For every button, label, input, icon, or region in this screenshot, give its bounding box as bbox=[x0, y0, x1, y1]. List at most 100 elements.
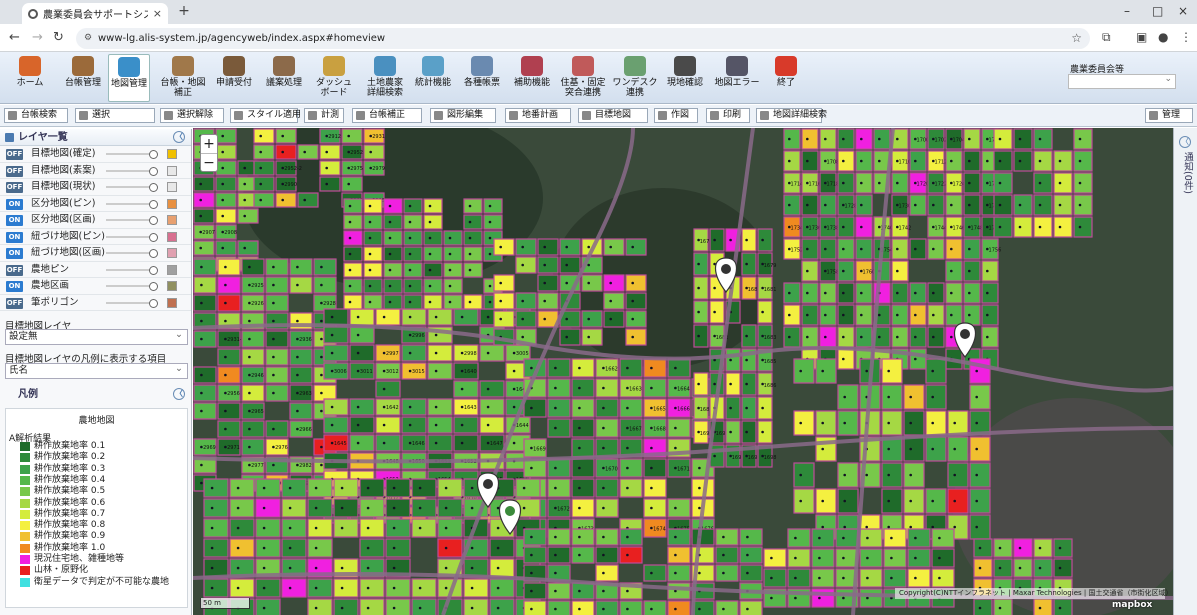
farm-parcel[interactable] bbox=[375, 380, 401, 398]
farm-parcel[interactable] bbox=[1053, 216, 1073, 238]
farm-parcel[interactable] bbox=[203, 558, 229, 578]
layer-toggle[interactable]: OFF bbox=[6, 149, 23, 160]
farm-parcel[interactable] bbox=[443, 278, 463, 294]
farm-parcel[interactable] bbox=[947, 488, 969, 514]
farm-parcel[interactable] bbox=[595, 600, 619, 615]
farm-parcel[interactable] bbox=[307, 578, 333, 598]
farm-parcel[interactable] bbox=[1033, 538, 1053, 558]
farm-parcel[interactable] bbox=[603, 238, 625, 256]
farm-parcel[interactable] bbox=[1033, 172, 1053, 194]
farm-parcel[interactable] bbox=[945, 150, 963, 172]
farm-parcel[interactable] bbox=[741, 372, 757, 396]
farm-parcel[interactable] bbox=[423, 246, 443, 262]
farm-parcel[interactable] bbox=[349, 326, 375, 344]
farm-parcel[interactable] bbox=[619, 546, 643, 564]
farm-parcel[interactable] bbox=[489, 558, 515, 578]
farm-parcel[interactable] bbox=[595, 478, 619, 498]
farm-parcel[interactable] bbox=[667, 600, 691, 615]
layer-opacity-slider[interactable] bbox=[106, 265, 158, 275]
farm-parcel[interactable] bbox=[693, 300, 709, 324]
farm-parcel[interactable] bbox=[643, 458, 667, 478]
farm-parcel[interactable] bbox=[411, 518, 437, 538]
farm-parcel[interactable] bbox=[375, 416, 401, 434]
new-tab-button[interactable]: + bbox=[176, 3, 192, 19]
farm-parcel[interactable] bbox=[973, 598, 993, 615]
farm-parcel[interactable] bbox=[787, 548, 811, 568]
farm-parcel[interactable] bbox=[725, 396, 741, 420]
farm-parcel[interactable] bbox=[927, 304, 945, 326]
farm-parcel[interactable] bbox=[289, 348, 313, 366]
farm-parcel[interactable] bbox=[571, 398, 595, 418]
farm-parcel[interactable] bbox=[363, 214, 383, 230]
farm-parcel[interactable] bbox=[479, 344, 505, 362]
farm-parcel[interactable] bbox=[1053, 172, 1073, 194]
farm-parcel[interactable] bbox=[819, 194, 837, 216]
farm-parcel[interactable] bbox=[1053, 150, 1073, 172]
farm-parcel[interactable] bbox=[837, 150, 855, 172]
farm-parcel[interactable] bbox=[947, 410, 969, 436]
farm-parcel[interactable] bbox=[375, 434, 401, 452]
farm-parcel[interactable] bbox=[203, 578, 229, 598]
farm-parcel[interactable] bbox=[359, 498, 385, 518]
layer-style-swatch[interactable] bbox=[167, 264, 177, 275]
farm-parcel[interactable] bbox=[693, 372, 709, 396]
tool-button-4[interactable]: 計測 bbox=[304, 108, 344, 123]
farm-parcel[interactable] bbox=[255, 498, 281, 518]
farm-parcel[interactable] bbox=[307, 498, 333, 518]
farm-parcel[interactable] bbox=[801, 326, 819, 348]
layer-style-swatch[interactable] bbox=[167, 149, 177, 159]
tool-button-9[interactable]: 作図 bbox=[654, 108, 698, 123]
farm-parcel[interactable] bbox=[537, 256, 559, 274]
farm-parcel[interactable] bbox=[289, 276, 313, 294]
farm-parcel[interactable] bbox=[815, 488, 837, 514]
farm-parcel[interactable] bbox=[947, 436, 969, 462]
farm-parcel[interactable] bbox=[385, 598, 411, 615]
farm-parcel[interactable] bbox=[787, 568, 811, 588]
farm-parcel[interactable] bbox=[437, 598, 463, 615]
farm-parcel[interactable] bbox=[709, 228, 725, 252]
farm-parcel[interactable] bbox=[1033, 216, 1053, 238]
toolbar-button-7[interactable]: 土地農家 詳細検索 bbox=[361, 54, 409, 102]
farm-parcel[interactable] bbox=[571, 600, 595, 615]
farm-parcel[interactable] bbox=[453, 416, 479, 434]
layer-toggle[interactable]: ON bbox=[6, 231, 23, 243]
farm-parcel[interactable] bbox=[903, 488, 925, 514]
farm-parcel[interactable] bbox=[423, 294, 443, 310]
farm-parcel[interactable] bbox=[411, 578, 437, 598]
farm-parcel[interactable] bbox=[411, 498, 437, 518]
reload-icon[interactable]: ↻ bbox=[53, 30, 64, 45]
tab-search-icon[interactable]: ▣ bbox=[1136, 30, 1147, 44]
farm-parcel[interactable] bbox=[333, 478, 359, 498]
farm-parcel[interactable] bbox=[873, 128, 891, 150]
farm-parcel[interactable] bbox=[625, 274, 647, 292]
farm-parcel[interactable] bbox=[963, 194, 981, 216]
farm-parcel[interactable] bbox=[603, 274, 625, 292]
farm-parcel[interactable] bbox=[725, 348, 741, 372]
farm-parcel[interactable] bbox=[883, 548, 907, 568]
farm-parcel[interactable] bbox=[341, 128, 363, 144]
farm-parcel[interactable] bbox=[193, 330, 217, 348]
farm-parcel[interactable] bbox=[783, 194, 801, 216]
farm-parcel[interactable] bbox=[255, 478, 281, 498]
farm-parcel[interactable] bbox=[931, 568, 955, 588]
farm-parcel[interactable] bbox=[981, 326, 999, 348]
farm-parcel[interactable] bbox=[693, 324, 709, 348]
farm-parcel[interactable] bbox=[881, 410, 903, 436]
farm-parcel[interactable] bbox=[443, 230, 463, 246]
farm-parcel[interactable] bbox=[963, 128, 981, 150]
farm-parcel[interactable] bbox=[241, 348, 265, 366]
farm-parcel[interactable] bbox=[667, 358, 691, 378]
farm-parcel[interactable] bbox=[963, 260, 981, 282]
farm-parcel[interactable] bbox=[265, 294, 289, 312]
farm-parcel[interactable] bbox=[265, 384, 289, 402]
farm-parcel[interactable] bbox=[289, 258, 313, 276]
farm-parcel[interactable] bbox=[969, 488, 991, 514]
farm-parcel[interactable] bbox=[193, 366, 217, 384]
toolbar-button-15[interactable]: 終了 bbox=[766, 54, 806, 102]
farm-parcel[interactable] bbox=[725, 420, 741, 444]
farm-parcel[interactable] bbox=[385, 498, 411, 518]
farm-parcel[interactable] bbox=[891, 238, 909, 260]
layer-toggle[interactable]: ON bbox=[6, 198, 23, 210]
farm-parcel[interactable] bbox=[547, 582, 571, 600]
farm-parcel[interactable] bbox=[463, 262, 483, 278]
